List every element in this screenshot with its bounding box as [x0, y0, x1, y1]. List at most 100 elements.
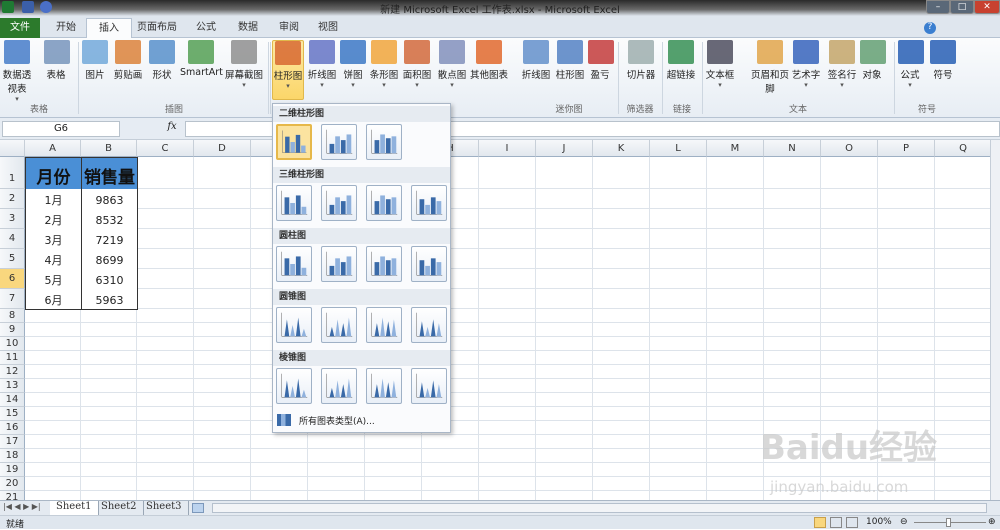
- chart-subtype-option[interactable]: [321, 368, 357, 404]
- zoom-in-icon[interactable]: ⊕: [988, 517, 996, 527]
- cell-sales[interactable]: 8699: [81, 249, 138, 270]
- column-header-P[interactable]: P: [878, 140, 935, 157]
- row-header-19[interactable]: 19: [0, 463, 25, 477]
- sheet-tab-sheet1[interactable]: Sheet1: [50, 501, 99, 515]
- cell-month[interactable]: 1月: [25, 189, 82, 210]
- row-header-2[interactable]: 2: [0, 189, 25, 209]
- row-header-14[interactable]: 14: [0, 393, 25, 407]
- chart-subtype-option[interactable]: [366, 368, 402, 404]
- chart-subtype-option[interactable]: [366, 185, 402, 221]
- zoom-level[interactable]: 100%: [866, 517, 892, 527]
- column-header-J[interactable]: J: [536, 140, 593, 157]
- close-button[interactable]: ✕: [974, 0, 1000, 14]
- column-header-D[interactable]: D: [194, 140, 251, 157]
- ribbon-button-11[interactable]: 条形图 ▾: [368, 40, 400, 98]
- chart-subtype-option[interactable]: [276, 307, 312, 343]
- all-chart-types-item[interactable]: 所有图表类型(A)...: [299, 414, 375, 427]
- chart-subtype-option[interactable]: [321, 307, 357, 343]
- vertical-scrollbar[interactable]: [990, 140, 1000, 500]
- cell-sales[interactable]: 6310: [81, 269, 138, 290]
- sheet-tab-sheet2[interactable]: Sheet2: [95, 501, 144, 515]
- tab-data[interactable]: 数据: [226, 18, 270, 38]
- chart-subtype-option[interactable]: [366, 124, 402, 160]
- insert-function-button[interactable]: fx: [160, 121, 184, 137]
- ribbon-button-10[interactable]: 饼图 ▾: [340, 40, 366, 98]
- cell-sales[interactable]: 7219: [81, 229, 138, 250]
- ribbon-button-2[interactable]: 表格: [44, 40, 70, 98]
- insert-sheet-icon[interactable]: [192, 503, 204, 513]
- ribbon-button-20[interactable]: 文本框 ▾: [704, 40, 736, 98]
- ribbon-button-16[interactable]: 柱形图: [554, 40, 586, 98]
- column-header-I[interactable]: I: [479, 140, 536, 157]
- row-header-11[interactable]: 11: [0, 351, 25, 365]
- column-header-N[interactable]: N: [764, 140, 821, 157]
- row-header-3[interactable]: 3: [0, 209, 25, 229]
- cell-sales[interactable]: 5963: [81, 289, 138, 310]
- row-header-10[interactable]: 10: [0, 337, 25, 351]
- chart-subtype-option[interactable]: [321, 246, 357, 282]
- ribbon-button-13[interactable]: 散点图 ▾: [436, 40, 468, 98]
- row-header-20[interactable]: 20: [0, 477, 25, 491]
- chart-subtype-option[interactable]: [411, 185, 447, 221]
- ribbon-button-25[interactable]: 公式 ▾: [898, 40, 924, 98]
- horizontal-scrollbar[interactable]: [212, 503, 987, 513]
- row-header-7[interactable]: 7: [0, 289, 25, 309]
- chart-subtype-option[interactable]: [411, 246, 447, 282]
- chart-subtype-option[interactable]: [321, 124, 357, 160]
- ribbon-button-5[interactable]: 形状: [148, 40, 176, 98]
- row-header-9[interactable]: 9: [0, 323, 25, 337]
- ribbon-button-9[interactable]: 折线图 ▾: [306, 40, 338, 98]
- cell-month[interactable]: 5月: [25, 269, 82, 290]
- column-header-K[interactable]: K: [593, 140, 650, 157]
- minimize-button[interactable]: –: [926, 0, 950, 14]
- row-header-12[interactable]: 12: [0, 365, 25, 379]
- ribbon-button-12[interactable]: 面积图 ▾: [402, 40, 432, 98]
- chart-subtype-option[interactable]: [321, 185, 357, 221]
- ribbon-button-1[interactable]: 数据透视表 ▾: [2, 40, 32, 103]
- ribbon-button-17[interactable]: 盈亏: [588, 40, 614, 98]
- row-header-1[interactable]: 1: [0, 157, 25, 189]
- normal-view-icon[interactable]: [814, 517, 826, 528]
- column-header-O[interactable]: O: [821, 140, 878, 157]
- ribbon-button-6[interactable]: SmartArt: [180, 40, 223, 98]
- row-header-15[interactable]: 15: [0, 407, 25, 421]
- ribbon-button-3[interactable]: 图片: [82, 40, 108, 98]
- page-layout-view-icon[interactable]: [830, 517, 842, 528]
- ribbon-button-19[interactable]: 超链接: [664, 40, 698, 98]
- chart-subtype-option[interactable]: [411, 368, 447, 404]
- ribbon-button-18[interactable]: 切片器: [624, 40, 658, 98]
- chart-subtype-option[interactable]: [366, 307, 402, 343]
- chart-subtype-option[interactable]: [276, 246, 312, 282]
- select-all-corner[interactable]: [0, 140, 25, 157]
- sheet-nav-arrows[interactable]: |◀ ◀ ▶ ▶|: [3, 502, 41, 511]
- cell-month[interactable]: 4月: [25, 249, 82, 270]
- ribbon-button-22[interactable]: 艺术字 ▾: [790, 40, 822, 98]
- column-header-B[interactable]: B: [81, 140, 137, 157]
- column-header-M[interactable]: M: [707, 140, 764, 157]
- cell-month[interactable]: 2月: [25, 209, 82, 230]
- ribbon-button-24[interactable]: 对象: [860, 40, 886, 98]
- ribbon-button-8[interactable]: 柱形图 ▾: [272, 40, 304, 100]
- ribbon-button-15[interactable]: 折线图: [520, 40, 552, 98]
- chart-subtype-option[interactable]: [276, 124, 312, 160]
- row-header-21[interactable]: 21: [0, 491, 25, 500]
- column-header-Q[interactable]: Q: [935, 140, 990, 157]
- tab-home[interactable]: 开始: [44, 18, 88, 38]
- page-break-view-icon[interactable]: [846, 517, 858, 528]
- cell-sales[interactable]: 8532: [81, 209, 138, 230]
- row-header-17[interactable]: 17: [0, 435, 25, 449]
- tab-review[interactable]: 审阅: [267, 18, 311, 38]
- name-box[interactable]: G6: [2, 121, 120, 137]
- tab-formulas[interactable]: 公式: [184, 18, 228, 38]
- zoom-out-icon[interactable]: ⊖: [900, 517, 908, 527]
- header-cell-month[interactable]: 月份: [25, 157, 82, 190]
- tab-file[interactable]: 文件: [0, 18, 40, 38]
- ribbon-button-23[interactable]: 签名行 ▾: [826, 40, 858, 98]
- chart-subtype-option[interactable]: [411, 307, 447, 343]
- row-header-13[interactable]: 13: [0, 379, 25, 393]
- row-header-5[interactable]: 5: [0, 249, 25, 269]
- cell-month[interactable]: 6月: [25, 289, 82, 310]
- row-header-6[interactable]: 6: [0, 269, 25, 289]
- ribbon-button-21[interactable]: 页眉和页脚: [750, 40, 790, 98]
- chart-subtype-option[interactable]: [276, 368, 312, 404]
